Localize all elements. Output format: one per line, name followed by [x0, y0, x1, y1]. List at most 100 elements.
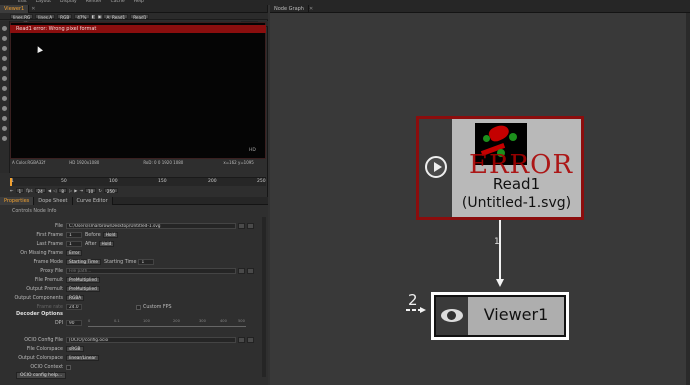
label-proxy-file: Proxy File: [40, 268, 63, 274]
ocio-help-button[interactable]: OCIO config help...: [16, 372, 67, 379]
frame-mode-dropdown[interactable]: Starting Time: [66, 259, 102, 265]
starting-time-field[interactable]: 1: [138, 259, 155, 265]
properties-section-title[interactable]: Controls Node Info: [12, 209, 57, 214]
tab-properties[interactable]: Properties: [0, 196, 35, 205]
viewer-info-bar: A Color.RGBA32f HD 1920x1080 RoD: 0 0 19…: [10, 160, 266, 166]
output-premult-dropdown[interactable]: PreMultiplied: [66, 286, 100, 292]
row-output-premult: Output Premult PreMultiplied: [0, 285, 262, 293]
eye-icon[interactable]: [441, 309, 463, 322]
tab-close-icon[interactable]: ✕: [31, 6, 35, 12]
play-icon[interactable]: [425, 156, 447, 178]
play-backward-icon[interactable]: ◀: [48, 188, 51, 193]
tool-icon-9[interactable]: [2, 106, 7, 111]
ocio-browse-button[interactable]: [238, 337, 245, 343]
missing-frame-dropdown[interactable]: Error: [66, 250, 83, 256]
viewer-viewport[interactable]: [10, 22, 266, 159]
clip-icon[interactable]: ◧: [92, 14, 96, 19]
proxy-reload-button[interactable]: [247, 268, 254, 274]
dpi-slider[interactable]: 0 0.1 100 200 300 400 500: [88, 318, 246, 327]
frame-rate-field[interactable]: 24.0: [66, 304, 82, 310]
after-dropdown[interactable]: Hold: [98, 241, 115, 247]
tool-icon-8[interactable]: [2, 96, 7, 101]
mode-dropdown[interactable]: lines.A: [35, 13, 56, 19]
tool-icon-3[interactable]: [2, 46, 7, 51]
properties-panel: Properties Dope Sheet Curve Editor Contr…: [0, 196, 268, 385]
last-frame-field[interactable]: 1: [66, 241, 82, 247]
node-graph-tabbar: Node Graph ✕: [270, 4, 690, 13]
dpi-scale-500: 500: [238, 318, 245, 323]
read-node-subtitle: (Untitled-1.svg): [461, 195, 572, 211]
tool-icon-4[interactable]: [2, 56, 7, 61]
label-file-colorspace: File Colorspace: [26, 346, 63, 352]
channels-dropdown[interactable]: lines.RG: [10, 13, 34, 19]
region-icon[interactable]: ▣: [97, 14, 101, 19]
ocio-config-field[interactable]: [OCIO]/config.ocio: [66, 337, 236, 343]
read-node[interactable]: ERROR Read1 (Untitled-1.svg): [416, 116, 584, 220]
tool-icon-5[interactable]: [2, 66, 7, 71]
ocio-reload-button[interactable]: [247, 337, 254, 343]
output-colorspace-dropdown[interactable]: linear/Linear: [66, 355, 99, 361]
file-browse-button[interactable]: [238, 223, 245, 229]
loop-icon[interactable]: ↻: [98, 188, 102, 193]
tool-icon-2[interactable]: [2, 36, 7, 41]
dpi-scale-0: 0: [88, 318, 91, 323]
output-components-dropdown[interactable]: RGBA: [66, 295, 85, 301]
tool-icon-7[interactable]: [2, 86, 7, 91]
ocio-context-checkbox[interactable]: [66, 364, 71, 370]
step-field[interactable]: 10: [84, 187, 97, 194]
tool-icon-1[interactable]: [2, 26, 7, 31]
play-forward-icon[interactable]: ▶: [74, 188, 77, 193]
thumbnail-green-dot-2: [509, 133, 517, 141]
file-colorspace-dropdown[interactable]: sRGB: [66, 346, 84, 352]
node-graph-canvas[interactable]: 1 ERROR Read1 (Untitled-1.svg) Viewer1 2: [270, 13, 690, 385]
tool-icon-6[interactable]: [2, 76, 7, 81]
b-input-dropdown[interactable]: Read1: [130, 13, 150, 19]
properties-scrollbar[interactable]: [262, 217, 266, 377]
file-path-field[interactable]: C:/Users/smarbrow/Desktop/Untitled-1.svg: [66, 223, 236, 229]
tab-viewer1[interactable]: Viewer1: [0, 4, 30, 13]
file-reload-button[interactable]: [247, 223, 254, 229]
thumbnail-red-blob: [486, 122, 512, 144]
colorspace-dropdown[interactable]: RGB: [57, 13, 73, 19]
proxy-file-field[interactable]: File path...: [66, 268, 236, 274]
step-forward-icon[interactable]: ▷: [69, 188, 72, 193]
playhead[interactable]: [10, 178, 12, 186]
info-channels: A Color.RGBA32f: [12, 160, 46, 165]
row-proxy-file: Proxy File File path...: [0, 267, 262, 275]
tab-curve-editor[interactable]: Curve Editor: [72, 196, 113, 205]
current-frame-field[interactable]: 8: [58, 187, 67, 194]
zoom-dropdown[interactable]: 47%: [74, 13, 90, 19]
tool-icon-12[interactable]: [2, 136, 7, 141]
dpi-scale-0-1: 0.1: [114, 318, 120, 323]
frame-field[interactable]: 1: [15, 187, 25, 194]
prev-keyframe-icon[interactable]: ⇤: [10, 188, 14, 193]
label-before: Before: [85, 232, 101, 238]
step-back-icon[interactable]: ◁: [53, 188, 56, 193]
proxy-browse-button[interactable]: [238, 268, 245, 274]
dpi-scale-300: 300: [199, 318, 206, 323]
tab-node-graph[interactable]: Node Graph: [270, 4, 309, 13]
dpi-scale-200: 200: [173, 318, 180, 323]
first-frame-field[interactable]: 1: [66, 232, 82, 238]
timeline[interactable]: 1 50 100 150 200 250: [10, 177, 266, 186]
tool-icon-11[interactable]: [2, 126, 7, 131]
custom-fps-checkbox[interactable]: [136, 304, 141, 310]
before-dropdown[interactable]: Hold: [102, 232, 119, 238]
node-graph-tab-close-icon[interactable]: ✕: [309, 6, 313, 12]
label-output-colorspace: Output Colorspace: [18, 355, 63, 361]
dpi-field[interactable]: 90: [66, 320, 82, 326]
viewer-node[interactable]: Viewer1: [431, 292, 569, 340]
tab-dope-sheet[interactable]: Dope Sheet: [34, 196, 73, 205]
info-format: HD 1920x1080: [69, 160, 100, 165]
fps-label: fps: [26, 187, 33, 193]
a-input-dropdown[interactable]: A: Read1: [103, 13, 129, 19]
fps-field[interactable]: 24: [34, 187, 46, 194]
file-premult-dropdown[interactable]: PreMultiplied: [66, 277, 100, 283]
row-file: File C:/Users/smarbrow/Desktop/Untitled-…: [0, 222, 262, 230]
dpi-scale-100: 100: [143, 318, 150, 323]
label-frame-rate: Frame rate: [36, 304, 63, 310]
label-file-premult: File Premult: [34, 277, 63, 283]
tool-icon-10[interactable]: [2, 116, 7, 121]
end-frame-field[interactable]: 250: [103, 187, 118, 194]
next-keyframe-icon[interactable]: ⇥: [79, 188, 83, 193]
